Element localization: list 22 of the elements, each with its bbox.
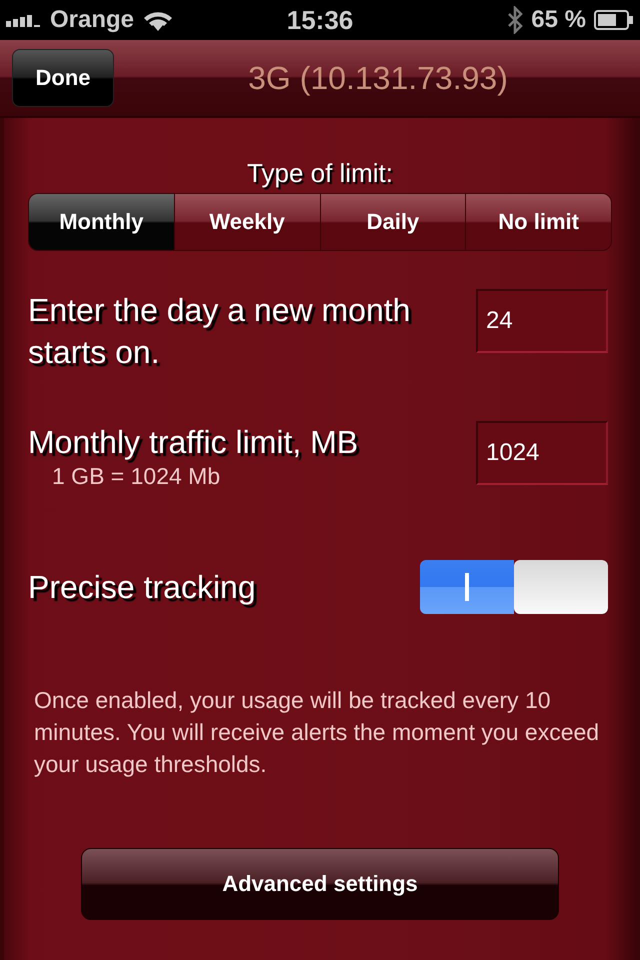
tracking-description: Once enabled, your usage will be tracked every 10 minutes. You will receive alerts the moment you exceed your usage thresholds.: [34, 686, 600, 779]
limit-tab[interactable]: Monthly: [29, 194, 175, 250]
limit-tab[interactable]: Daily: [320, 194, 466, 250]
battery-icon: [594, 10, 634, 30]
limit-tab[interactable]: Weekly: [174, 194, 320, 250]
done-button[interactable]: Done: [12, 49, 114, 107]
clock-time: 15:36: [286, 4, 354, 36]
screen-title: 3G (10.131.73.93): [248, 60, 508, 96]
signal-icon: [6, 13, 42, 27]
field-label: Enter the day a new month starts on.: [28, 291, 412, 372]
tracking-label: Precise tracking: [28, 568, 256, 606]
limit-type-label: Type of limit:: [246, 158, 394, 189]
field-note: 1 GB = 1024 Mb: [52, 463, 222, 490]
battery-percent: 65 %: [531, 6, 586, 34]
toggle-switch[interactable]: [420, 560, 608, 614]
input-field[interactable]: 1024: [476, 421, 608, 485]
bluetooth-icon: [507, 6, 524, 34]
carrier-name: Orange: [50, 6, 134, 34]
limit-tab[interactable]: No limit: [466, 194, 611, 250]
advanced-settings-button[interactable]: Advanced settings: [81, 848, 559, 920]
input-field[interactable]: 24: [476, 289, 608, 353]
field-label: Monthly traffic limit, MB: [28, 423, 360, 462]
